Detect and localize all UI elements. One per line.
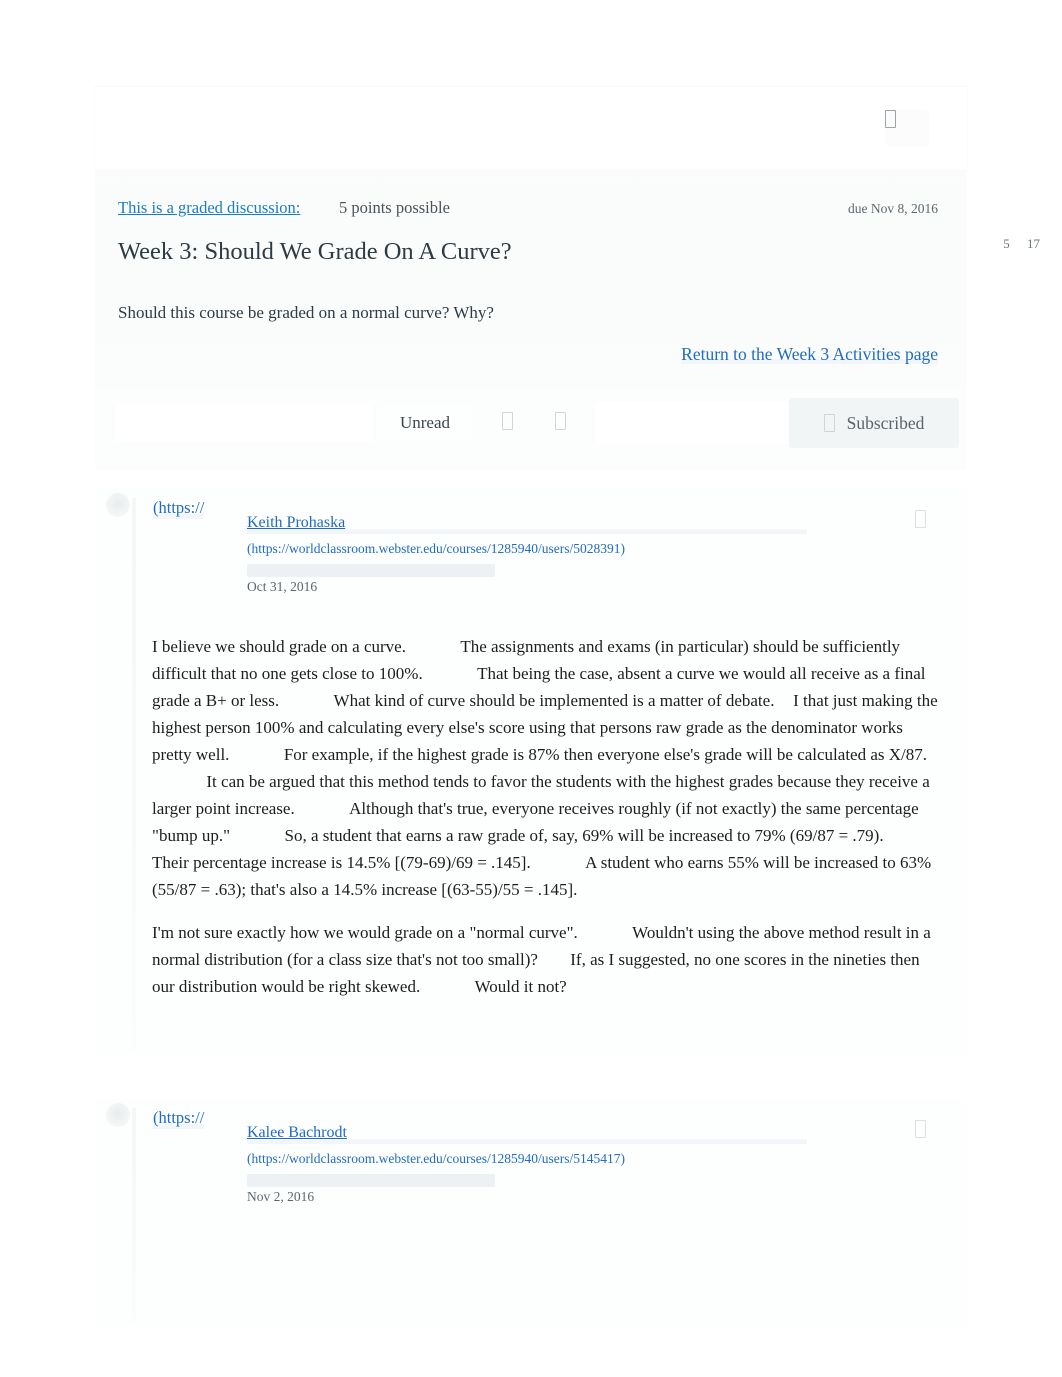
collapse-icon [501, 412, 513, 430]
page-title: Week 3: Should We Grade On A Curve? [118, 238, 512, 265]
author-name-link[interactable]: Kalee Bachrodt [247, 1122, 807, 1144]
collapse-replies-button[interactable] [487, 406, 527, 440]
author-profile-url[interactable]: (https://worldclassroom.webster.edu/cour… [247, 1150, 807, 1168]
discussion-page: This is a graded discussion: 5 points po… [0, 0, 1062, 1377]
avatar [106, 1103, 130, 1127]
discussion-meta-row: This is a graded discussion: 5 points po… [118, 198, 938, 220]
subscribed-label: Subscribed [846, 413, 925, 433]
avatar-link-fragment[interactable]: (https:// [153, 1107, 205, 1129]
check-icon [823, 414, 835, 432]
kebab-menu-icon [885, 110, 896, 128]
entry-menu-button[interactable] [903, 1116, 937, 1146]
author-meta-redaction [247, 564, 495, 577]
entry-author-block: Keith Prohaska (https://worldclassroom.w… [247, 512, 807, 577]
subscribe-toggle-button[interactable]: Subscribed [789, 398, 959, 448]
entry-message: I believe we should grade on a curve. The… [152, 633, 942, 1000]
avatar [106, 493, 130, 517]
discussion-toolbar: Unread Subscribed [95, 386, 967, 460]
discussion-prompt: Should this course be graded on a normal… [118, 303, 494, 322]
author-profile-url[interactable]: (https://worldclassroom.webster.edu/cour… [247, 540, 807, 558]
entry-paragraph: I'm not sure exactly how we would grade … [152, 923, 931, 996]
expand-replies-button[interactable] [540, 406, 580, 440]
entry-thread-rail [132, 1108, 136, 1322]
return-to-week3-link[interactable]: Return to the Week 3 Activities page [681, 344, 938, 364]
entry-thread-rail [132, 498, 136, 1050]
discussion-topbar [95, 87, 967, 170]
discussion-entry: (https:// Keith Prohaska (https://worldc… [95, 488, 967, 1056]
entry-paragraph: I believe we should grade on a curve. The… [152, 637, 938, 899]
filter-unread-button[interactable]: Unread [377, 406, 473, 440]
expand-icon [554, 412, 566, 430]
entry-date: Oct 31, 2016 [247, 579, 318, 594]
entry-author-block: Kalee Bachrodt (https://worldclassroom.w… [247, 1122, 807, 1187]
view-count: 17 [1027, 236, 1040, 251]
graded-discussion-link[interactable]: This is a graded discussion: [118, 198, 300, 218]
reply-count: 5 [1003, 236, 1010, 251]
entry-menu-icon [914, 510, 926, 528]
discussion-entry: (https:// Kalee Bachrodt (https://worldc… [95, 1098, 967, 1328]
entry-date: Nov 2, 2016 [247, 1189, 315, 1204]
entry-menu-icon [914, 1120, 926, 1138]
entry-counts: 5 17 [920, 235, 1040, 253]
points-possible: 5 points possible [339, 198, 450, 217]
due-date: due Nov 8, 2016 [848, 201, 938, 216]
search-input[interactable] [115, 404, 373, 442]
return-link-container: Return to the Week 3 Activities page [118, 342, 938, 366]
entry-menu-button[interactable] [903, 506, 937, 536]
avatar-link-fragment[interactable]: (https:// [153, 497, 205, 519]
author-name-link[interactable]: Keith Prohaska [247, 512, 807, 534]
topbar-menu-button[interactable] [885, 110, 929, 146]
author-meta-redaction [247, 1174, 495, 1187]
